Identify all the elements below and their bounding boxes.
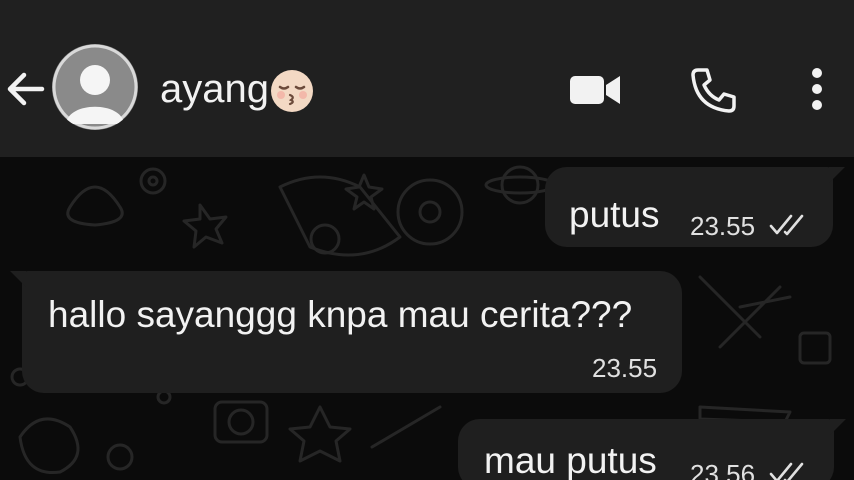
message-bubble-outgoing[interactable]: mau putus 23.56 (458, 419, 846, 480)
chat-header: ayang (0, 0, 854, 157)
bubble-tail (829, 167, 845, 183)
phone-icon[interactable] (690, 66, 738, 114)
message-bubble-outgoing[interactable]: putus 23.55 (545, 167, 845, 247)
kissing-face-emoji-icon (270, 70, 313, 113)
message-text: hallo sayanggg knpa mau cerita??? (48, 294, 633, 335)
avatar[interactable] (52, 44, 138, 130)
message-time: 23.55 (592, 353, 658, 383)
message-time: 23.56 (690, 459, 756, 480)
message-text: putus (569, 194, 660, 235)
chat-area[interactable]: putus 23.55 hallo sayanggg knpa mau ceri… (0, 157, 854, 480)
message-text: mau putus (484, 440, 657, 480)
message-bubble-incoming[interactable]: hallo sayanggg knpa mau cerita??? 23.55 (10, 271, 682, 393)
back-arrow-icon[interactable] (4, 70, 46, 108)
contact-name[interactable]: ayang (160, 64, 315, 114)
message-time: 23.55 (690, 211, 756, 241)
contact-name-text: ayang (160, 67, 269, 111)
more-vert-icon[interactable] (806, 66, 828, 112)
bubble-tail (10, 271, 26, 287)
double-check-icon (769, 462, 804, 480)
video-call-icon[interactable] (568, 70, 622, 110)
avatar-placeholder-icon (52, 44, 138, 130)
bubble-tail (830, 419, 846, 435)
double-check-icon (769, 214, 804, 236)
